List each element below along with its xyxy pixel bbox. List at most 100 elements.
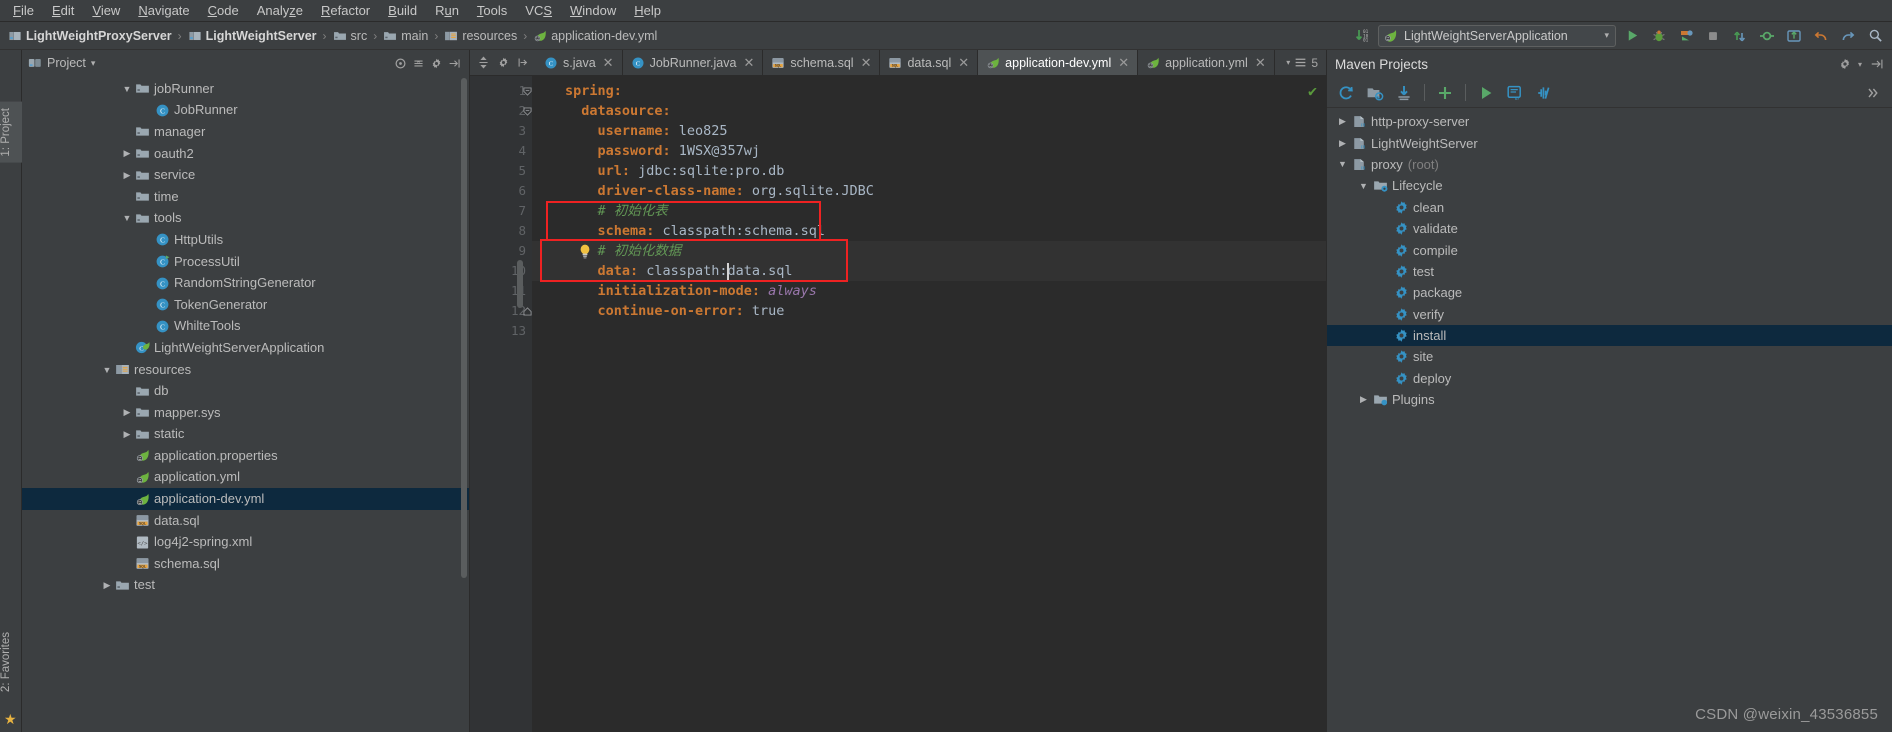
project-tree-item-log4j2-spring-xml[interactable]: </> log4j2-spring.xml [22,531,469,553]
code-line[interactable]: datasource: [581,101,670,121]
chevron-down-icon[interactable]: ▾ [1858,60,1862,69]
close-icon[interactable]: ✕ [958,55,969,71]
editor-tab-data-sql[interactable]: SQL data.sql ✕ [880,50,979,75]
maven-tree-item-proxy[interactable]: ▼ m proxy (root) [1327,154,1892,175]
code-line[interactable]: username: leo825 [597,121,727,141]
project-tree-item-tools[interactable]: ▼ tools [22,208,469,230]
maven-tree-item-verify[interactable]: verify [1327,304,1892,325]
star-icon[interactable]: ★ [4,711,17,728]
menu-item-vcs[interactable]: VCS [516,1,561,21]
undo-icon[interactable] [1810,25,1832,47]
project-tree-scrollbar[interactable] [461,78,467,590]
inspection-status-ok-icon[interactable]: ✔ [1308,82,1317,100]
editor-tab-schema-sql[interactable]: SQL schema.sql ✕ [763,50,881,75]
project-tree-item-randomstringgenerator[interactable]: C RandomStringGenerator [22,272,469,294]
chevron-right-icon[interactable]: ▶ [120,429,134,440]
refresh-icon[interactable] [1333,81,1359,105]
search-icon[interactable] [1864,25,1886,47]
offline-icon[interactable] [1531,81,1557,105]
project-tree-item-time[interactable]: time [22,186,469,208]
chevron-right-icon[interactable]: ▶ [120,407,134,418]
execute-goal-icon[interactable]: m [1502,81,1528,105]
redo-icon[interactable] [1837,25,1859,47]
maven-tree-item-http-proxy-server[interactable]: ▶ m http-proxy-server [1327,111,1892,132]
menu-item-analyze[interactable]: Analyze [248,1,312,21]
chevron-right-icon[interactable]: ▶ [1335,116,1350,127]
maven-tree-item-deploy[interactable]: deploy [1327,368,1892,389]
code-line[interactable]: spring: [565,81,622,101]
settings-gear-icon[interactable] [1838,57,1852,71]
editor-gutter-scrollbar[interactable] [517,260,523,308]
breadcrumb-item-resources[interactable]: resources [442,29,519,43]
chevron-down-icon[interactable]: ▼ [1335,159,1350,169]
play-icon[interactable] [1473,81,1499,105]
code-editor[interactable]: 12345678910111213 spring:datasource:user… [470,76,1326,732]
chevron-down-icon[interactable]: ▼ [120,213,134,223]
project-tree-item-lightweightserverapplication[interactable]: C LightWeightServerApplication [22,337,469,359]
sidebar-item-project[interactable]: 1: Project [0,102,22,163]
project-tree-item-static[interactable]: ▶ static [22,424,469,446]
project-panel-title[interactable]: Project ▾ [28,56,95,70]
project-tree-item-manager[interactable]: manager [22,121,469,143]
tab-list-icon[interactable] [1294,56,1307,69]
project-tree-item-jobrunner[interactable]: ▼ jobRunner [22,78,469,100]
editor-tab-application-dev-yml[interactable]: application-dev.yml ✕ [978,50,1139,75]
project-tree-item-application-dev-yml[interactable]: application-dev.yml [22,488,469,510]
menu-item-file[interactable]: File [4,1,43,21]
run-coverage-button[interactable] [1675,25,1697,47]
maven-tree-item-clean[interactable]: clean [1327,197,1892,218]
generate-sources-icon[interactable] [1362,81,1388,105]
project-tree-item-resources[interactable]: ▼ resources [22,359,469,381]
code-line[interactable]: driver-class-name: org.sqlite.JDBC [597,181,873,201]
chevron-down-icon[interactable]: ▼ [120,84,134,94]
code-line[interactable]: # 初始化表 [597,201,667,221]
editor-tab-s-java[interactable]: Cs.java ✕ [536,50,623,75]
chevron-down-icon[interactable]: ▾ [1286,58,1290,67]
menu-item-build[interactable]: Build [379,1,426,21]
breadcrumb-item-lightweightproxyserver[interactable]: LightWeightProxyServer [6,29,174,43]
maven-tree-item-compile[interactable]: compile [1327,239,1892,260]
chevron-down-icon[interactable]: ▼ [1356,181,1371,191]
code-line[interactable]: # 初始化数据 [597,241,681,261]
project-tree[interactable]: ▼ jobRunner C JobRunner manager ▶ oauth2 ▶ servi… [22,76,469,732]
hide-panel-icon[interactable] [1870,57,1884,71]
project-tree-item-data-sql[interactable]: SQL data.sql [22,510,469,532]
breadcrumb-item-src[interactable]: src [331,29,370,43]
select-opened-file-icon[interactable] [514,53,532,73]
project-tree-item-schema-sql[interactable]: SQL schema.sql [22,553,469,575]
intention-bulb-icon[interactable] [577,242,592,259]
chevron-right-icon[interactable]: ▶ [100,580,114,591]
breadcrumb-item-lightweightserver[interactable]: LightWeightServer [186,29,319,43]
project-tree-item-oauth2[interactable]: ▶ oauth2 [22,143,469,165]
breadcrumb-item-application-dev-yml[interactable]: application-dev.yml [531,29,659,43]
menu-item-tools[interactable]: Tools [468,1,516,21]
run-button[interactable] [1621,25,1643,47]
fold-marker-up[interactable] [522,301,532,321]
project-tree-item-jobrunner[interactable]: C JobRunner [22,100,469,122]
breadcrumb-item-main[interactable]: main [381,29,430,43]
menu-item-view[interactable]: View [83,1,129,21]
code-line[interactable]: password: 1WSX@357wj [597,141,760,161]
compile-binary-icon[interactable]: 01 10 01 [1351,25,1373,47]
chevron-down-icon[interactable]: ▾ [1604,30,1609,41]
expand-collapse-icon[interactable] [474,53,492,73]
maven-tree-item-lightweightserver[interactable]: ▶ m LightWeightServer [1327,132,1892,153]
chevron-right-icon[interactable]: ▶ [1356,394,1371,405]
maven-tree-item-site[interactable]: site [1327,346,1892,367]
debug-button[interactable] [1648,25,1670,47]
project-tree-item-service[interactable]: ▶ service [22,164,469,186]
code-line[interactable]: continue-on-error: true [597,301,784,321]
project-tree-item-db[interactable]: db [22,380,469,402]
close-icon[interactable]: ✕ [743,55,754,71]
fold-marker-down[interactable] [522,101,532,121]
options-gear-icon[interactable] [427,54,445,72]
menu-item-run[interactable]: Run [426,1,468,21]
chevron-right-icon[interactable]: ▶ [120,170,134,181]
maven-tree-item-package[interactable]: package [1327,282,1892,303]
project-tree-item-whiltetools[interactable]: C WhilteTools [22,316,469,338]
vcs-update-icon[interactable] [1729,25,1751,47]
chevron-right-icon[interactable]: ▶ [1335,138,1350,149]
project-tree-item-application-properties[interactable]: application.properties [22,445,469,467]
download-icon[interactable] [1391,81,1417,105]
chevron-right-icon[interactable]: ▶ [120,148,134,159]
